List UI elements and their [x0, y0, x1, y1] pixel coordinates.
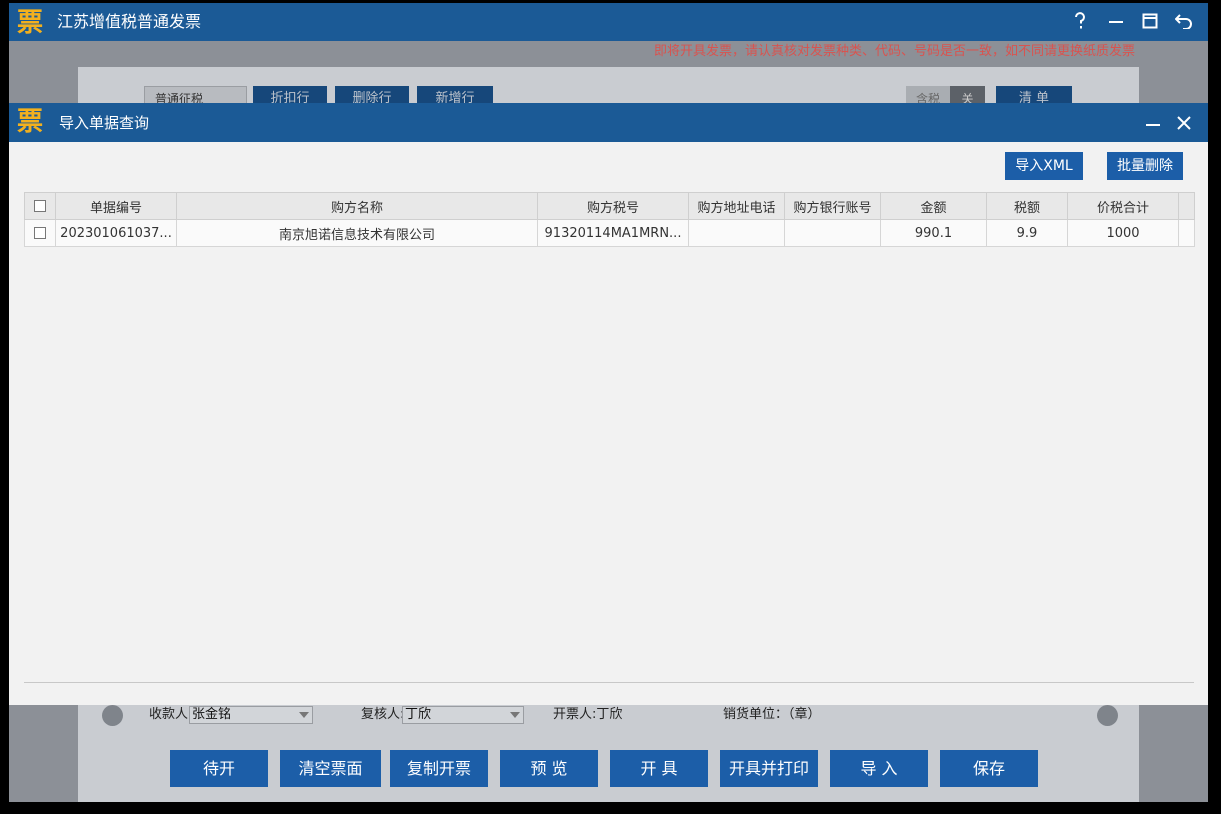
column-header[interactable]: 购方地址电话 — [688, 192, 785, 220]
chevron-down-icon — [510, 712, 520, 718]
back-icon[interactable] — [1172, 9, 1196, 33]
issue-button[interactable]: 开 具 — [610, 750, 708, 787]
pending-button[interactable]: 待开 — [170, 750, 268, 787]
reviewer-label: 复核人: — [361, 707, 405, 722]
table-row[interactable]: 202301061037... 南京旭诺信息技术有限公司 91320114MA1… — [24, 219, 1195, 247]
cell-buyer-addr-phone — [688, 219, 785, 247]
column-header[interactable]: 金额 — [880, 192, 987, 220]
dialog-footer-divider — [24, 682, 1194, 683]
table-header-row: 单据编号 购方名称 购方税号 购方地址电话 购方银行账号 金额 税额 价税合计 — [24, 192, 1195, 220]
payee-value: 张金铭 — [192, 707, 232, 722]
import-button[interactable]: 导 入 — [830, 750, 928, 787]
cell-tax: 9.9 — [986, 219, 1068, 247]
documents-table: 单据编号 购方名称 购方税号 购方地址电话 购方银行账号 金额 税额 价税合计 … — [24, 192, 1195, 247]
seller-label: 销货单位：（章） — [723, 707, 821, 722]
column-header[interactable]: 单据编号 — [55, 192, 177, 220]
dialog-title: 导入单据查询 — [59, 114, 150, 132]
import-xml-button[interactable]: 导入XML — [1005, 152, 1083, 180]
issue-print-button[interactable]: 开具并打印 — [720, 750, 818, 787]
reviewer-select[interactable]: 丁欣 — [402, 706, 524, 724]
dialog-title-bar: 票 导入单据查询 — [9, 103, 1208, 142]
restore-icon[interactable] — [1138, 9, 1162, 33]
column-header[interactable]: 税额 — [986, 192, 1068, 220]
cell-amount: 990.1 — [880, 219, 987, 247]
screen: 票 江苏增值税普通发票 即将开具发票，请认真核对发票种类、代码、号码是否一致，如… — [0, 0, 1221, 814]
column-header[interactable]: 购方名称 — [176, 192, 538, 220]
column-header[interactable]: 购方税号 — [537, 192, 689, 220]
row-checkbox[interactable] — [24, 219, 56, 247]
preview-button[interactable]: 预 览 — [500, 750, 598, 787]
chevron-down-icon — [299, 712, 309, 718]
cell-total: 1000 — [1067, 219, 1179, 247]
save-button[interactable]: 保存 — [940, 750, 1038, 787]
warning-text: 即将开具发票，请认真核对发票种类、代码、号码是否一致，如不同请更换纸质发票 — [653, 44, 1135, 59]
column-header[interactable]: 购方银行账号 — [784, 192, 881, 220]
clear-form-button[interactable]: 清空票面 — [280, 750, 381, 787]
dialog-logo: 票 — [15, 107, 45, 137]
checkbox-icon — [34, 227, 46, 239]
window-title: 江苏增值税普通发票 — [57, 12, 202, 31]
minimize-icon[interactable] — [1104, 9, 1128, 33]
import-query-dialog: 票 导入单据查询 导入XML 批量删除 单据编号 购方名称 购方税号 购方地址电… — [9, 103, 1208, 705]
title-bar: 票 江苏增值税普通发票 — [9, 3, 1208, 41]
copy-invoice-button[interactable]: 复制开票 — [390, 750, 488, 787]
batch-delete-button[interactable]: 批量删除 — [1107, 152, 1183, 180]
drawer-label: 开票人:丁欣 — [553, 707, 623, 722]
close-icon[interactable] — [1172, 111, 1196, 135]
cell-buyer-tax-id: 91320114MA1MRN... — [537, 219, 689, 247]
checkbox-icon — [34, 200, 46, 212]
select-all-checkbox[interactable] — [24, 192, 56, 220]
cell-buyer-name: 南京旭诺信息技术有限公司 — [176, 219, 538, 247]
right-circle-icon — [1097, 705, 1118, 726]
payee-label: 收款人: — [149, 707, 193, 722]
cell-spacer — [1178, 219, 1195, 247]
help-icon[interactable] — [1068, 9, 1092, 33]
left-circle-icon — [102, 705, 123, 726]
cell-buyer-bank — [784, 219, 881, 247]
reviewer-value: 丁欣 — [405, 707, 432, 722]
column-spacer — [1178, 192, 1195, 220]
cell-doc-no: 202301061037... — [55, 219, 177, 247]
app-logo: 票 — [15, 8, 45, 38]
column-header[interactable]: 价税合计 — [1067, 192, 1179, 220]
minimize-icon[interactable] — [1141, 111, 1165, 135]
payee-select[interactable]: 张金铭 — [189, 706, 313, 724]
